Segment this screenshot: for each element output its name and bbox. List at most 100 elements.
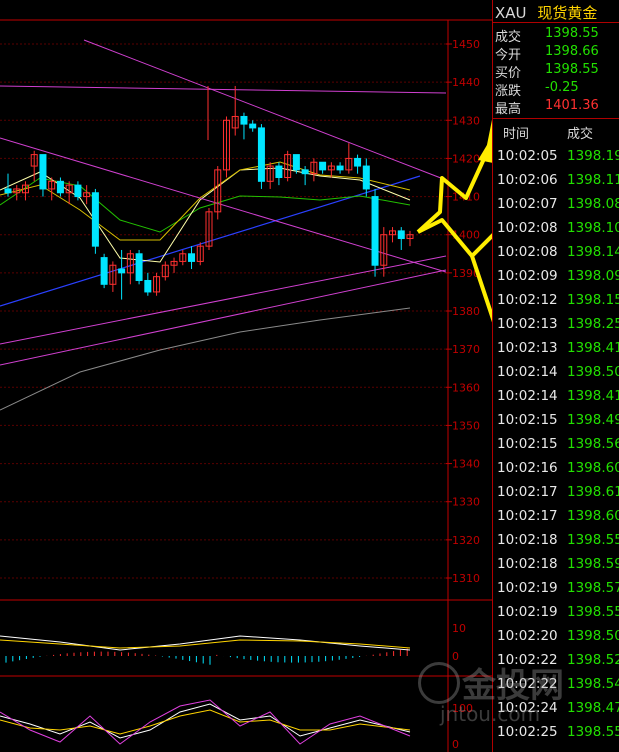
price-chart[interactable]: 1450144014301420141014001390138013701360…	[0, 0, 492, 752]
forecast-arrow-path	[417, 218, 492, 258]
trend-line	[0, 85, 447, 94]
quote-row-change: 涨跌 -0.25	[495, 80, 579, 99]
kdj-d-line	[0, 709, 411, 735]
candle-body	[144, 279, 152, 293]
tick-time: 10:02:16	[497, 460, 558, 476]
tick-price: 1398.55	[567, 532, 619, 548]
tick-price: 1398.49	[567, 412, 619, 428]
candle-body	[362, 165, 370, 190]
candle-body	[354, 157, 362, 167]
tick-row: 10:02:08 1398.14	[497, 244, 619, 267]
price-tick-label: 1350	[452, 419, 480, 432]
tick-row: 10:02:07 1398.08	[497, 196, 619, 219]
tick-time: 10:02:18	[497, 556, 558, 572]
tick-row: 10:02:16 1398.60	[497, 460, 619, 483]
candle-body	[249, 123, 257, 129]
ticks-header-price: 成交	[567, 127, 594, 142]
tick-price: 1398.09	[567, 268, 619, 284]
tick-price: 1398.41	[567, 340, 619, 356]
tick-price: 1398.61	[567, 484, 619, 500]
quote-value: 1398.66	[545, 44, 599, 59]
tick-time: 10:02:20	[497, 628, 558, 644]
tick-price: 1398.60	[567, 508, 619, 524]
price-tick-label: 1340	[452, 458, 480, 471]
tick-price: 1398.15	[567, 292, 619, 308]
divider	[493, 118, 619, 119]
quote-row-last: 成交 1398.55	[495, 26, 599, 45]
candle-body	[135, 253, 143, 281]
symbol-code: XAU	[495, 4, 527, 22]
tick-time: 10:02:06	[497, 172, 558, 188]
tick-row: 10:02:12 1398.15	[497, 292, 619, 315]
tick-time: 10:02:14	[497, 388, 558, 404]
quote-panel: XAU 现货黄金 成交 1398.55 今开 1398.66 买价 1398.5…	[492, 0, 619, 752]
candle-body	[397, 230, 405, 240]
tick-row: 10:02:05 1398.19	[497, 148, 619, 171]
trend-line	[0, 269, 447, 366]
tick-price: 1398.50	[567, 364, 619, 380]
candle-body	[301, 169, 309, 175]
tick-row: 10:02:20 1398.50	[497, 628, 619, 651]
tick-price: 1398.60	[567, 460, 619, 476]
candle-body	[188, 253, 196, 262]
tick-price: 1398.41	[567, 388, 619, 404]
quote-value: -0.25	[545, 80, 579, 95]
tick-price: 1398.56	[567, 436, 619, 452]
watermark-logo-icon	[418, 662, 460, 704]
watermark-url: jntou.com	[440, 702, 541, 726]
tick-row: 10:02:17 1398.60	[497, 508, 619, 531]
watermark: 金投网 jntou.com	[400, 652, 610, 730]
tick-row: 10:02:14 1398.50	[497, 364, 619, 387]
trend-line	[0, 255, 447, 345]
tick-time: 10:02:19	[497, 580, 558, 596]
quote-value: 1398.55	[545, 62, 599, 77]
price-tick-label: 1320	[452, 534, 480, 547]
tick-row: 10:02:09 1398.09	[497, 268, 619, 291]
tick-time: 10:02:15	[497, 412, 558, 428]
tick-time: 10:02:18	[497, 532, 558, 548]
tick-row: 10:02:08 1398.10	[497, 220, 619, 243]
tick-row: 10:02:19 1398.55	[497, 604, 619, 627]
tick-time: 10:02:12	[497, 292, 558, 308]
symbol-name: 现货黄金	[537, 4, 598, 22]
price-tick-label: 1430	[452, 114, 480, 127]
tick-price: 1398.08	[567, 196, 619, 212]
tick-row: 10:02:18 1398.59	[497, 556, 619, 579]
tick-time: 10:02:13	[497, 340, 558, 356]
tick-price: 1398.10	[567, 220, 619, 236]
price-tick-label: 1450	[452, 38, 480, 51]
tick-time: 10:02:08	[497, 220, 558, 236]
tick-time: 10:02:14	[497, 364, 558, 380]
kdj-axis-label: 0	[452, 738, 459, 751]
tick-time: 10:02:17	[497, 508, 558, 524]
candle-body	[275, 165, 283, 179]
macd-axis-label: 10	[452, 622, 466, 635]
watermark-text: 金投网	[462, 666, 564, 706]
tick-price: 1398.59	[567, 556, 619, 572]
tick-time: 10:02:09	[497, 268, 558, 284]
price-tick-label: 1420	[452, 152, 480, 165]
tick-row: 10:02:15 1398.56	[497, 436, 619, 459]
divider	[493, 22, 619, 23]
price-tick-label: 1440	[452, 76, 480, 89]
quote-row-bid: 买价 1398.55	[495, 62, 599, 81]
candle-body	[336, 165, 344, 171]
tick-time: 10:02:15	[497, 436, 558, 452]
tick-row: 10:02:14 1398.41	[497, 388, 619, 411]
forecast-arrow-path	[470, 255, 492, 323]
candle-body	[100, 257, 108, 285]
quote-row-open: 今开 1398.66	[495, 44, 599, 63]
tick-row: 10:02:15 1398.49	[497, 412, 619, 435]
tick-row: 10:02:13 1398.25	[497, 316, 619, 339]
tick-price: 1398.11	[567, 172, 619, 188]
tick-row: 10:02:17 1398.61	[497, 484, 619, 507]
candle-body	[74, 184, 82, 198]
kdj-j-line	[0, 699, 411, 745]
tick-price: 1398.50	[567, 628, 619, 644]
ma-line-gray	[0, 307, 411, 411]
candle-body	[257, 127, 265, 182]
candle-body	[39, 154, 47, 190]
candle-body	[56, 180, 64, 194]
tick-time: 10:02:08	[497, 244, 558, 260]
tick-time: 10:02:05	[497, 148, 558, 164]
